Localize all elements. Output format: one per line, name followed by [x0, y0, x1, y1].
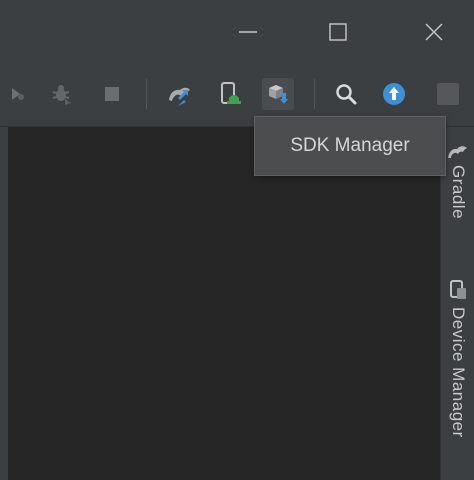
search-button[interactable]: [330, 78, 362, 110]
tooltip: SDK Manager: [254, 116, 446, 176]
sync-gradle-icon: [169, 87, 190, 106]
sidebar-tab-device-manager[interactable]: Device Manager: [441, 279, 474, 438]
minimize-button[interactable]: [228, 14, 268, 50]
editor-area: [0, 127, 440, 480]
settings-square-icon: [437, 83, 459, 105]
device-manager-toolbar-button[interactable]: [214, 78, 246, 110]
sidebar-tab-label: Gradle: [449, 165, 468, 220]
maximize-button[interactable]: [318, 14, 358, 50]
title-bar: [0, 0, 474, 64]
device-manager-icon: [450, 280, 466, 299]
settings-square-button[interactable]: [432, 78, 464, 110]
stop-button[interactable]: [96, 78, 128, 110]
stop-icon: [105, 87, 119, 101]
update-button[interactable]: [378, 78, 410, 110]
toolbar-separator: [146, 79, 147, 109]
sdk-manager-icon: [269, 85, 288, 104]
profile-button[interactable]: [2, 78, 34, 110]
toolbar-separator: [314, 79, 315, 109]
search-icon: [336, 84, 357, 105]
right-tool-window-bar: Gradle Device Manager: [440, 127, 474, 480]
close-button[interactable]: [414, 14, 454, 50]
sdk-manager-button[interactable]: [262, 78, 294, 110]
maximize-icon: [329, 23, 347, 41]
sidebar-tab-label: Device Manager: [449, 307, 468, 438]
close-icon: [425, 23, 443, 41]
debug-button[interactable]: [46, 78, 78, 110]
update-icon: [383, 83, 405, 105]
gradle-icon: [448, 146, 467, 158]
left-tool-rail: [0, 127, 8, 480]
profile-icon: [12, 88, 24, 100]
debug-icon: [52, 85, 71, 105]
sync-gradle-button[interactable]: [164, 78, 196, 110]
device-manager-icon: [221, 82, 241, 104]
minimize-icon: [239, 31, 257, 33]
